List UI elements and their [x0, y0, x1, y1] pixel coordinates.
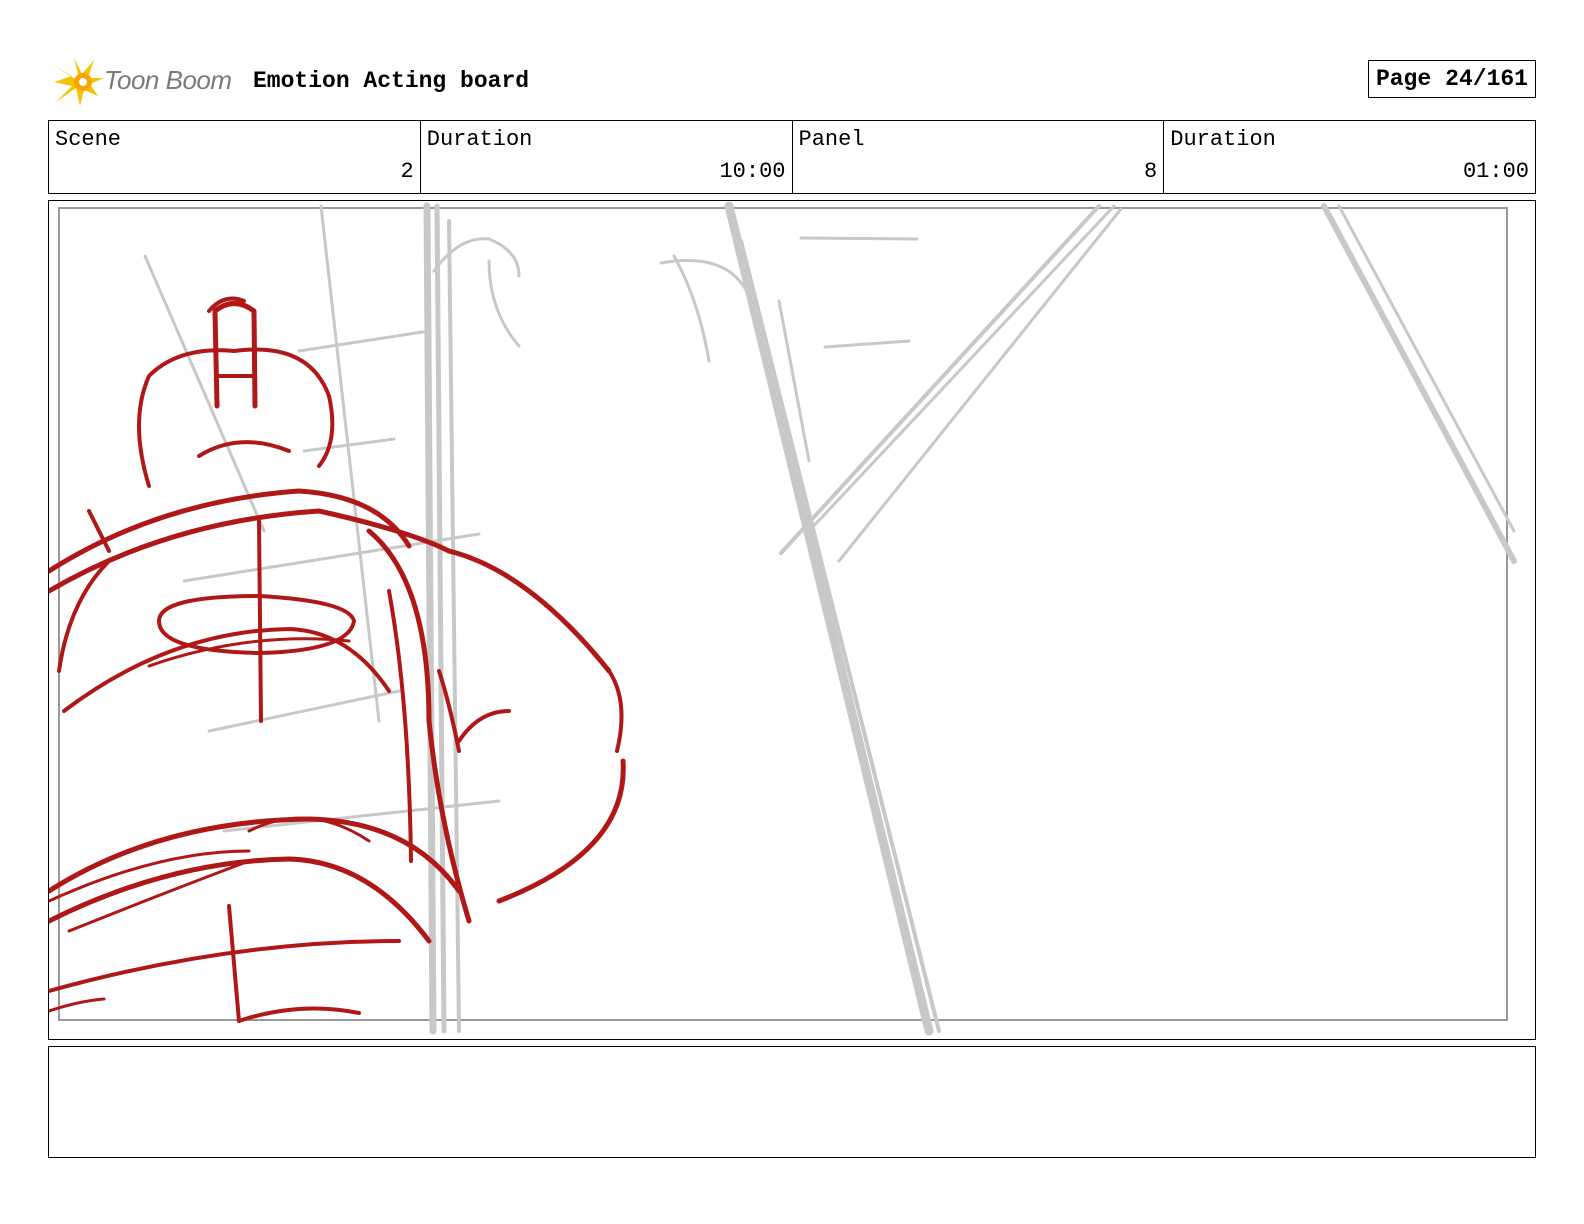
character-sketch	[49, 296, 626, 1023]
logo-wordmark: Toon Boom	[104, 65, 232, 95]
scene-duration-value: 10:00	[719, 159, 786, 184]
panel-value: 8	[1144, 159, 1158, 184]
scene-label: Scene	[55, 127, 122, 152]
scene-duration-label: Duration	[426, 127, 533, 152]
panel-cell: Panel 8	[793, 121, 1165, 193]
panel-duration-label: Duration	[1170, 127, 1276, 152]
panel-label: Panel	[798, 127, 865, 152]
panel-duration-cell: Duration 01:00	[1164, 121, 1535, 193]
background-sketch	[143, 201, 1517, 1036]
scene-duration-cell: Duration 10:00	[421, 121, 793, 193]
page-indicator: Page 24/161	[1367, 60, 1536, 98]
page-number: 24/161	[1445, 66, 1528, 92]
starburst-icon	[52, 58, 104, 106]
page-label: Page	[1375, 66, 1432, 92]
panel-duration-value: 01:00	[1462, 159, 1529, 184]
scene-value: 2	[400, 159, 414, 184]
panel-notes-box[interactable]	[48, 1046, 1536, 1158]
scene-cell: Scene 2	[49, 121, 421, 193]
panel-sketch	[49, 201, 1517, 1036]
page-header: Toon Boom Emotion Acting board Page 24/16…	[50, 56, 1536, 108]
board-title: Emotion Acting board	[253, 68, 530, 94]
toon-boom-logo: Toon Boom	[50, 56, 240, 108]
scene-info-table: Scene 2 Duration 10:00 Panel 8 Duration …	[48, 120, 1536, 194]
storyboard-panel	[48, 200, 1536, 1040]
